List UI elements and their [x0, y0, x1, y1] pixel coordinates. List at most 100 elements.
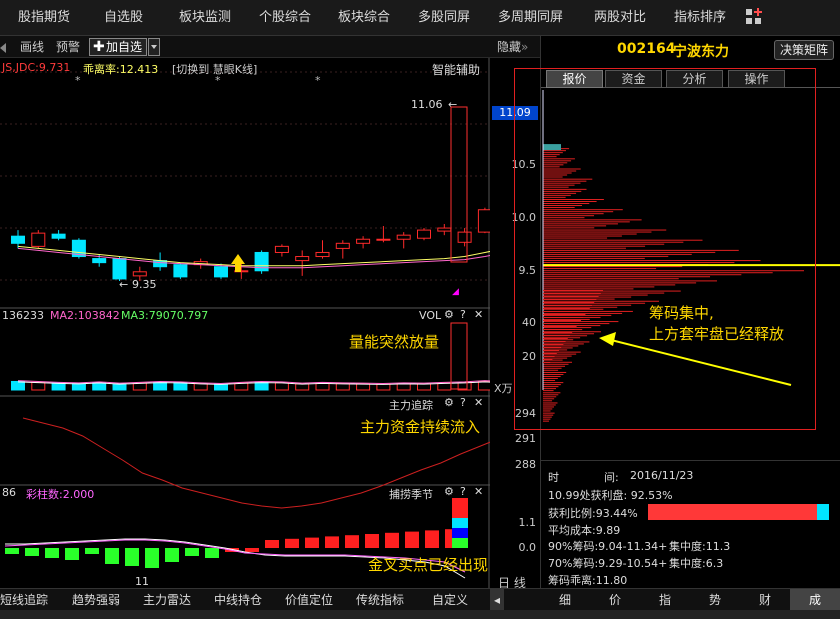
tab-chips[interactable]: 成: [790, 589, 840, 611]
close-icon[interactable]: ✕: [474, 396, 483, 409]
nav-compare[interactable]: 两股对比: [594, 0, 646, 36]
vol-ma2: MA2:103842: [50, 309, 120, 322]
profit-ratio-bar: [648, 504, 829, 520]
blj-bar: [452, 538, 468, 548]
nav-indicator-sort[interactable]: 指标排序: [674, 0, 726, 36]
blj-bar: [145, 548, 159, 568]
volume-spike-box: [450, 322, 468, 390]
tab-custom[interactable]: 自定义: [432, 589, 468, 611]
stock-code: 002164: [617, 41, 676, 57]
chips-highlight-box: [514, 68, 816, 430]
volume-bar: [396, 382, 411, 391]
add-watchlist-button[interactable]: ✚ 加自选: [89, 38, 147, 56]
help-icon[interactable]: ?: [460, 308, 466, 321]
candle-body: [437, 227, 452, 232]
gear-icon[interactable]: ⚙: [444, 308, 454, 321]
candle-body: [214, 266, 228, 278]
smart-assist-button[interactable]: 智能辅助: [432, 61, 480, 78]
bias-legend: 乖离率:12.413: [83, 63, 159, 76]
chart-canvas[interactable]: [0, 58, 490, 588]
tab-short-track[interactable]: 短线追踪: [0, 589, 48, 611]
gear-icon[interactable]: ⚙: [444, 396, 454, 409]
nav-stock-overview[interactable]: 个股综合: [259, 0, 311, 36]
gear-icon[interactable]: ⚙: [444, 485, 454, 498]
blj-bar: [425, 530, 439, 548]
tab-index[interactable]: 指: [640, 589, 690, 611]
collapse-icon[interactable]: [0, 42, 6, 53]
chart-toolbar: 画线 预警 ✚ 加自选 隐藏»: [0, 36, 540, 58]
add-watchlist-label: 加自选: [106, 40, 143, 54]
star-marker-icon: *: [315, 74, 321, 87]
volume-bar: [11, 380, 25, 391]
annotation-chips-2: 上方套牢盘已经释放: [649, 325, 785, 343]
nav-multi-period[interactable]: 多周期同屏: [498, 0, 563, 36]
stat-chips70: 70%筹码:9.29-10.54+: [548, 557, 668, 570]
tab-mid-hold[interactable]: 中线持仓: [214, 589, 262, 611]
blj-bar: [105, 548, 119, 564]
volume-bar: [173, 382, 188, 391]
tab-price[interactable]: 价: [590, 589, 640, 611]
blj-bar: [325, 536, 339, 548]
tab-traditional[interactable]: 传统指标: [356, 589, 404, 611]
annotation-main-force: 主力资金持续流入: [360, 418, 481, 436]
tab-value[interactable]: 价值定位: [285, 589, 333, 611]
volume-bar: [295, 383, 310, 391]
status-bar: [0, 610, 840, 619]
volume-bar: [376, 383, 391, 391]
candle-body: [132, 271, 147, 277]
axis-zl-tick: 288: [515, 458, 536, 471]
tab-trend[interactable]: 势: [690, 589, 740, 611]
indicator-tabs: 短线追踪 趋势强弱 主力雷达 中线持仓 价值定位 传统指标 自定义 ◂: [0, 588, 540, 611]
blj-label: 捕捞季节: [389, 488, 433, 501]
blj-bar: [185, 548, 199, 556]
blj-bar: [452, 498, 468, 518]
volume-bar: [315, 382, 330, 391]
candle-body: [173, 264, 188, 278]
nav-watchlist[interactable]: 自选股: [104, 0, 143, 36]
vol-ma3: MA3:79070.797: [121, 309, 209, 322]
alert-button[interactable]: 预警: [56, 36, 80, 58]
annotation-chips-1: 筹码集中,: [649, 304, 714, 322]
blj-bar: [5, 548, 19, 554]
scroll-left-icon[interactable]: ◂: [490, 589, 504, 611]
blj-bar: [385, 532, 399, 548]
vol-unit: X万: [494, 382, 513, 395]
star-marker-icon: *: [215, 74, 221, 87]
chart-area[interactable]: JS,JDC:9.731 乖离率:12.413 [切换到 慧眼K线] 智能辅助 …: [0, 58, 490, 588]
blj-bar: [452, 528, 468, 538]
tab-detail[interactable]: 细: [540, 589, 590, 611]
blj-bar: [65, 548, 79, 560]
hide-button[interactable]: 隐藏»: [497, 36, 528, 58]
help-icon[interactable]: ?: [460, 396, 466, 409]
stat-avg-cost: 平均成本:9.89: [548, 524, 621, 537]
volume-bar: [477, 380, 490, 391]
close-icon[interactable]: ✕: [474, 485, 483, 498]
nav-futures[interactable]: 股指期货: [18, 0, 70, 36]
candle-body: [356, 238, 371, 244]
nav-sector-overview[interactable]: 板块综合: [338, 0, 390, 36]
draw-line-button[interactable]: 画线: [20, 36, 44, 58]
annotation-volume: 量能突然放量: [349, 333, 440, 351]
help-icon[interactable]: ?: [460, 485, 466, 498]
tab-finance[interactable]: 财: [740, 589, 790, 611]
stat-deviation: 筹码乖离:11.80: [548, 574, 628, 587]
candle-body: [31, 232, 46, 247]
volume-bar: [335, 382, 350, 391]
tab-trend-strength[interactable]: 趋势强弱: [72, 589, 120, 611]
grid-add-icon[interactable]: [745, 8, 763, 26]
star-marker-icon: *: [75, 74, 81, 87]
candle-body: [295, 256, 310, 262]
blj-value: 86: [2, 486, 16, 499]
tab-main-radar[interactable]: 主力雷达: [143, 589, 191, 611]
nav-sector-monitor[interactable]: 板块监测: [179, 0, 231, 36]
volume-bar: [356, 383, 371, 391]
blj-bar: [45, 548, 59, 558]
vol-label: VOL: [419, 309, 442, 322]
decision-matrix-button[interactable]: 决策矩阵: [774, 40, 834, 60]
add-watchlist-dropdown[interactable]: [148, 38, 160, 56]
candle-body: [335, 242, 350, 249]
nav-multi-stock[interactable]: 多股同屏: [418, 0, 470, 36]
candle-body: [477, 209, 490, 233]
close-icon[interactable]: ✕: [474, 308, 483, 321]
top-nav: 股指期货 自选股 板块监测 个股综合 板块综合 多股同屏 多周期同屏 两股对比 …: [0, 0, 840, 36]
